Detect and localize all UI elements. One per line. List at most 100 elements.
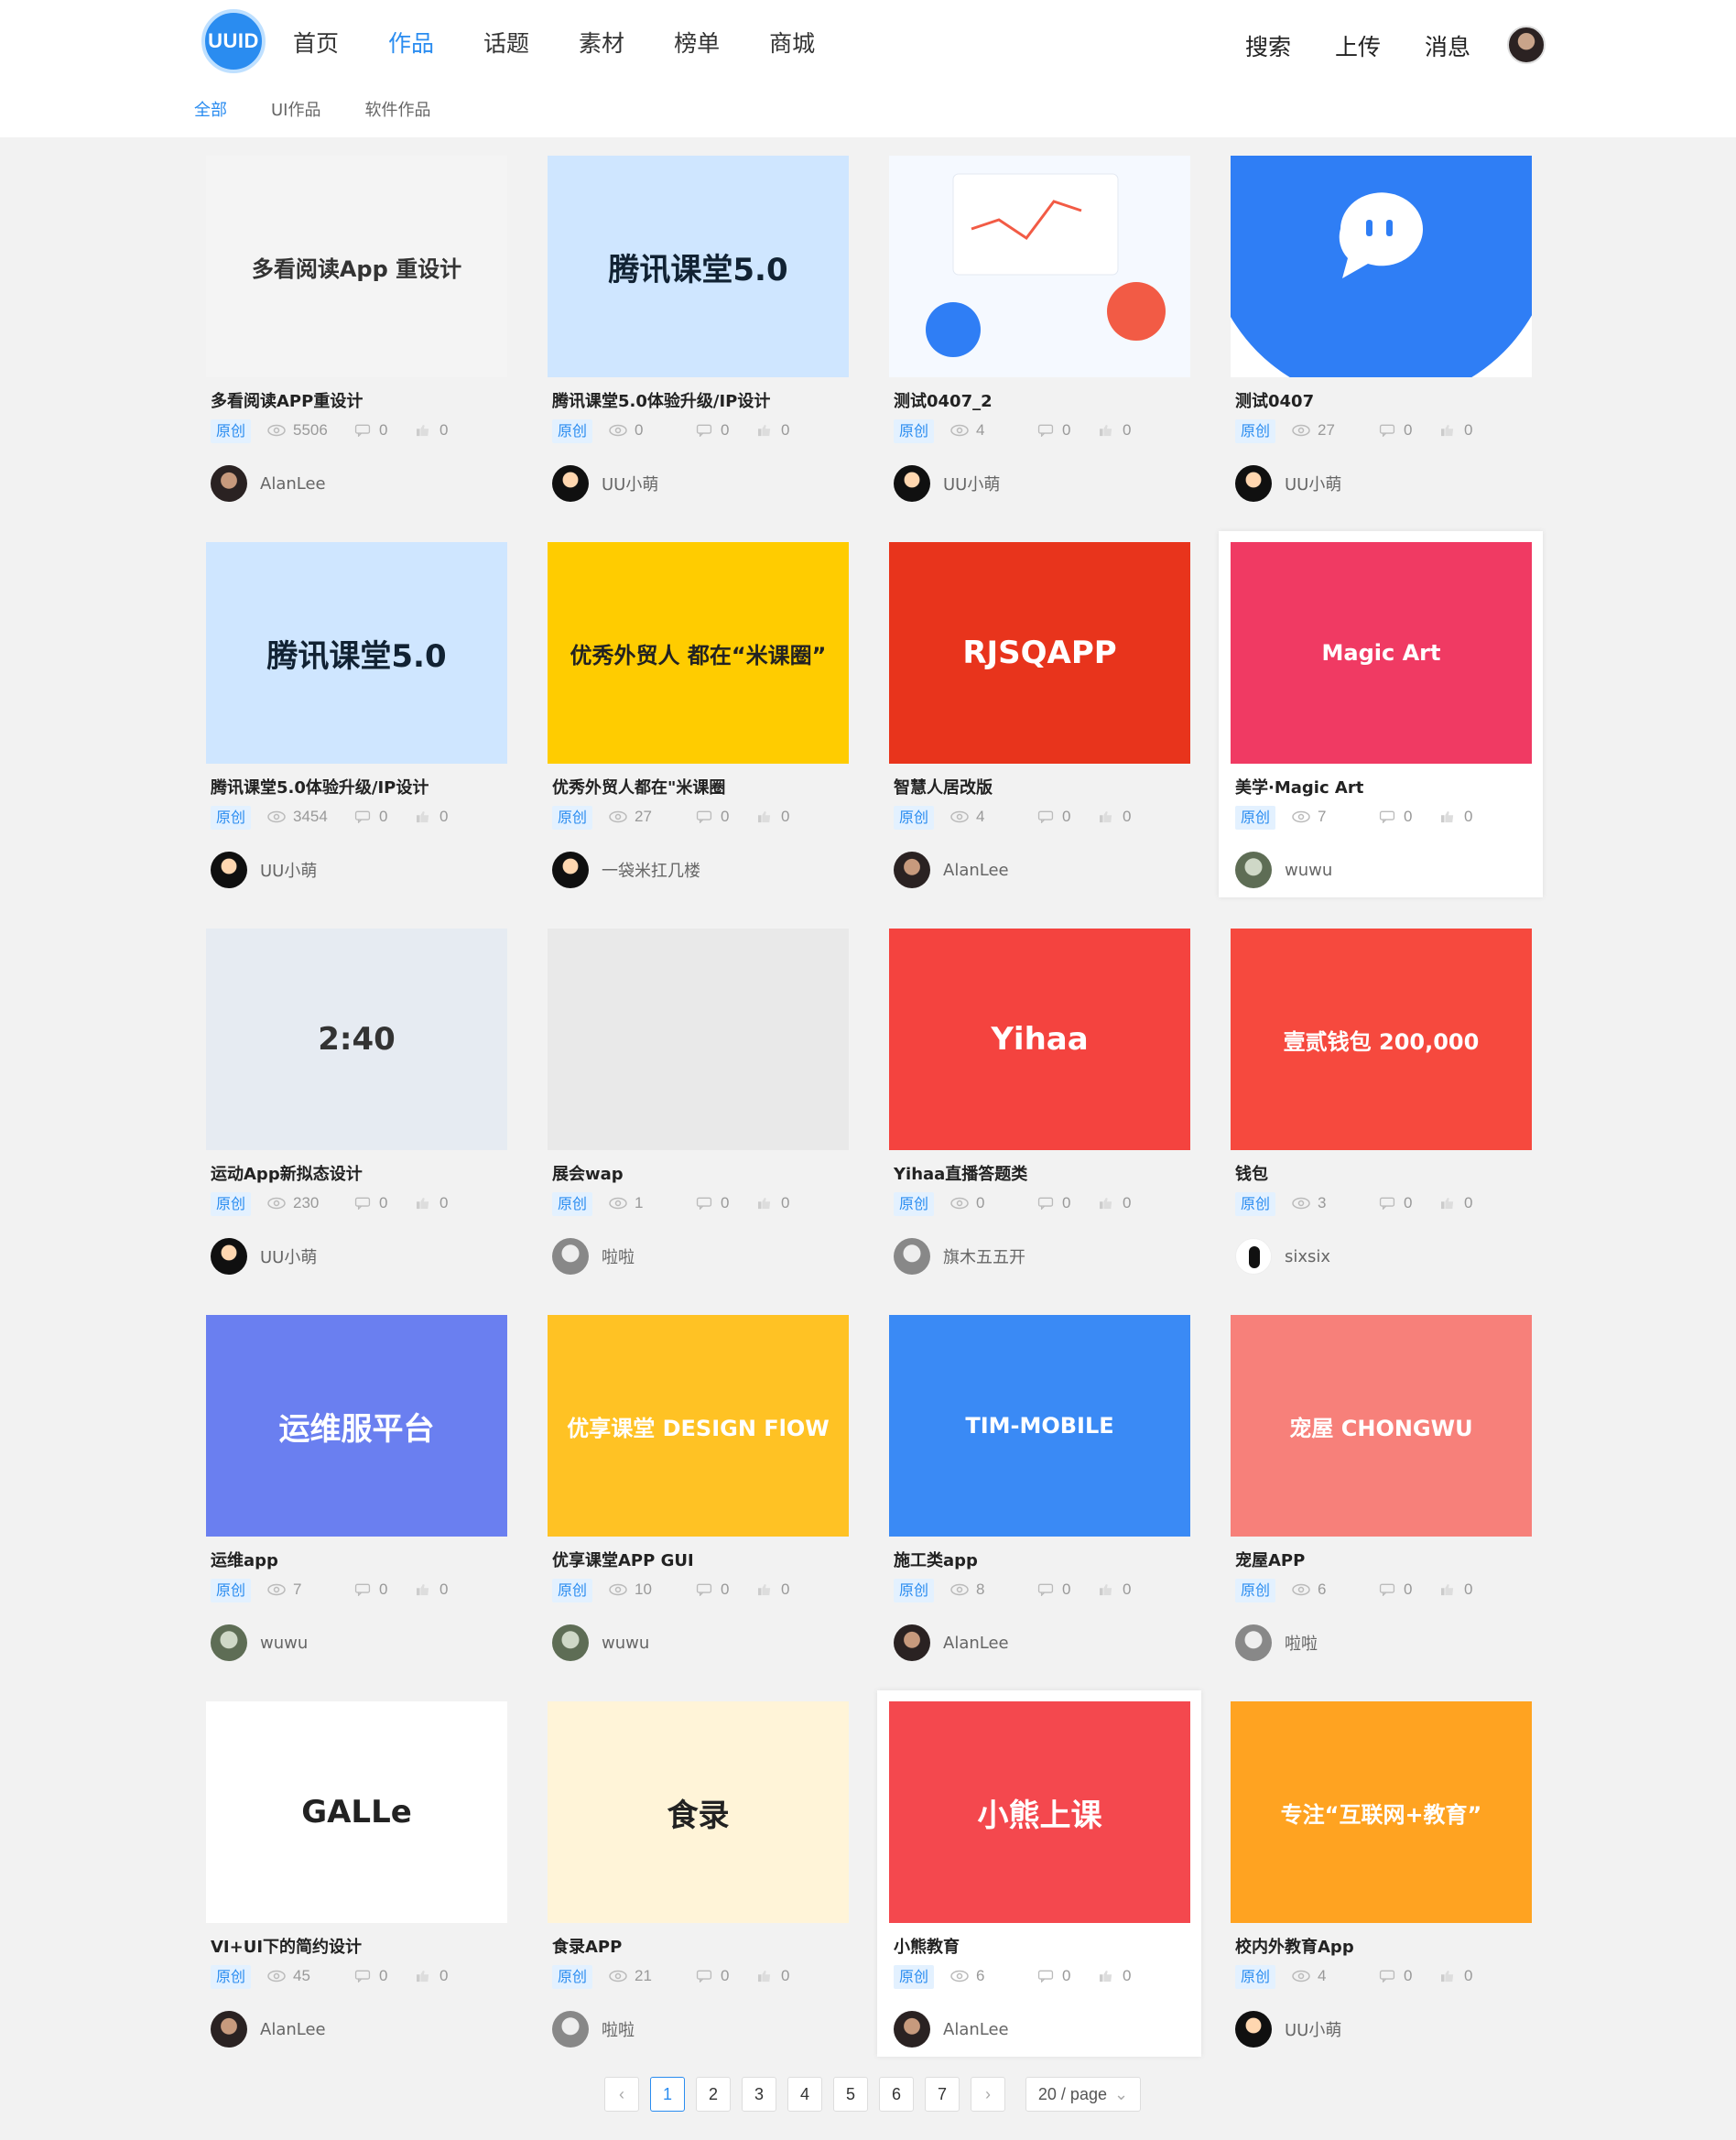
- subnav-all[interactable]: 全部: [194, 97, 227, 121]
- author[interactable]: AlanLee: [211, 2011, 326, 2048]
- author-avatar[interactable]: [894, 2011, 930, 2048]
- page-button[interactable]: 6: [879, 2077, 914, 2112]
- work-card[interactable]: Yihaa Yihaa直播答题类 原创 0 0 0 旗木五五开: [877, 918, 1201, 1284]
- author-name[interactable]: UU小萌: [1285, 472, 1341, 495]
- work-card[interactable]: 2:40 运动App新拟态设计 原创 230 0 0 UU小萌: [194, 918, 518, 1284]
- work-thumbnail[interactable]: 小熊上课: [889, 1701, 1190, 1923]
- author-name[interactable]: UU小萌: [602, 472, 658, 495]
- upload-link[interactable]: 上传: [1335, 29, 1381, 62]
- work-thumbnail[interactable]: [548, 929, 849, 1150]
- work-card[interactable]: 宠屋 CHONGWU 宠屋APP 原创 6 0 0 啦啦: [1219, 1304, 1543, 1670]
- author-avatar[interactable]: [211, 465, 247, 502]
- work-title[interactable]: VI+UI下的简约设计: [211, 1934, 362, 1958]
- author-avatar[interactable]: [1235, 852, 1272, 888]
- next-page-button[interactable]: ›: [971, 2077, 1005, 2112]
- author-avatar[interactable]: [894, 1238, 930, 1275]
- author-name[interactable]: 啦啦: [1285, 1631, 1318, 1655]
- work-thumbnail[interactable]: 宠屋 CHONGWU: [1231, 1315, 1532, 1537]
- work-title[interactable]: 施工类app: [894, 1548, 978, 1571]
- author-avatar[interactable]: [1235, 465, 1272, 502]
- work-title[interactable]: 运动App新拟态设计: [211, 1161, 363, 1185]
- work-card[interactable]: 腾讯课堂5.0 腾讯课堂5.0体验升级/IP设计 原创 0 0 0 UU小萌: [536, 145, 860, 511]
- author[interactable]: AlanLee: [894, 852, 1009, 888]
- page-button[interactable]: 4: [787, 2077, 822, 2112]
- author-avatar[interactable]: [211, 2011, 247, 2048]
- nav-works[interactable]: 作品: [388, 26, 434, 59]
- nav-topics[interactable]: 话题: [483, 26, 529, 59]
- work-card[interactable]: 优享课堂 DESIGN FlOW 优享课堂APP GUI 原创 10 0 0 w…: [536, 1304, 860, 1670]
- work-thumbnail[interactable]: TIM-MOBILE: [889, 1315, 1190, 1537]
- subnav-ui-works[interactable]: UI作品: [271, 97, 320, 121]
- work-card[interactable]: Magic Art 美学·Magic Art 原创 7 0 0 wuwu: [1219, 531, 1543, 897]
- author-name[interactable]: wuwu: [260, 1634, 308, 1653]
- author-avatar[interactable]: [552, 1238, 589, 1275]
- author-name[interactable]: AlanLee: [943, 861, 1009, 880]
- work-title[interactable]: 展会wap: [552, 1161, 624, 1185]
- work-thumbnail[interactable]: 优享课堂 DESIGN FlOW: [548, 1315, 849, 1537]
- author-avatar[interactable]: [894, 465, 930, 502]
- work-title[interactable]: 校内外教育App: [1235, 1934, 1354, 1958]
- author-name[interactable]: 旗木五五开: [943, 1244, 1025, 1268]
- author[interactable]: UU小萌: [211, 852, 317, 888]
- work-thumbnail[interactable]: 专注“互联网+教育”: [1231, 1701, 1532, 1923]
- work-thumbnail[interactable]: RJSQAPP: [889, 542, 1190, 764]
- site-logo[interactable]: UUID: [201, 9, 266, 73]
- author[interactable]: wuwu: [552, 1624, 649, 1661]
- page-button[interactable]: 3: [742, 2077, 776, 2112]
- page-button[interactable]: 7: [925, 2077, 960, 2112]
- author-name[interactable]: AlanLee: [260, 474, 326, 494]
- work-title[interactable]: 小熊教育: [894, 1934, 960, 1958]
- work-thumbnail[interactable]: Yihaa: [889, 929, 1190, 1150]
- work-title[interactable]: 测试0407: [1235, 388, 1314, 412]
- author[interactable]: 旗木五五开: [894, 1238, 1025, 1275]
- work-card[interactable]: 专注“互联网+教育” 校内外教育App 原创 4 0 0 UU小萌: [1219, 1690, 1543, 2057]
- work-title[interactable]: 运维app: [211, 1548, 278, 1571]
- work-title[interactable]: 腾讯课堂5.0体验升级/IP设计: [211, 775, 429, 798]
- work-title[interactable]: Yihaa直播答题类: [894, 1161, 1027, 1185]
- work-title[interactable]: 腾讯课堂5.0体验升级/IP设计: [552, 388, 770, 412]
- page-button[interactable]: 5: [833, 2077, 868, 2112]
- author-avatar[interactable]: [211, 1624, 247, 1661]
- author-avatar[interactable]: [552, 465, 589, 502]
- subnav-software-works[interactable]: 软件作品: [364, 97, 430, 121]
- work-title[interactable]: 食录APP: [552, 1934, 622, 1958]
- page-button[interactable]: 2: [696, 2077, 731, 2112]
- author[interactable]: AlanLee: [211, 465, 326, 502]
- author-name[interactable]: 啦啦: [602, 1244, 635, 1268]
- work-card[interactable]: 腾讯课堂5.0 腾讯课堂5.0体验升级/IP设计 原创 3454 0 0 UU小…: [194, 531, 518, 897]
- author-name[interactable]: UU小萌: [260, 858, 317, 882]
- author-avatar[interactable]: [552, 852, 589, 888]
- author-avatar[interactable]: [211, 852, 247, 888]
- page-size-select[interactable]: 20 / page ⌄: [1025, 2077, 1141, 2112]
- prev-page-button[interactable]: ‹: [604, 2077, 639, 2112]
- work-title[interactable]: 美学·Magic Art: [1235, 775, 1363, 798]
- page-button[interactable]: 1: [650, 2077, 685, 2112]
- work-card[interactable]: 壹贰钱包 200,000 钱包 原创 3 0 0 sixsix: [1219, 918, 1543, 1284]
- work-card[interactable]: 测试0407 原创 27 0 0 UU小萌: [1219, 145, 1543, 511]
- author-avatar[interactable]: [894, 1624, 930, 1661]
- author[interactable]: 一袋米扛几楼: [552, 852, 700, 888]
- author[interactable]: UU小萌: [552, 465, 658, 502]
- work-card[interactable]: 小熊上课 小熊教育 原创 6 0 0 AlanLee: [877, 1690, 1201, 2057]
- work-title[interactable]: 钱包: [1235, 1161, 1268, 1185]
- work-title[interactable]: 宠屋APP: [1235, 1548, 1305, 1571]
- author-avatar[interactable]: [1235, 1238, 1272, 1275]
- author-name[interactable]: AlanLee: [943, 1634, 1009, 1653]
- author[interactable]: 啦啦: [552, 2011, 635, 2048]
- work-card[interactable]: 展会wap 原创 1 0 0 啦啦: [536, 918, 860, 1284]
- work-card[interactable]: 测试0407_2 原创 4 0 0 UU小萌: [877, 145, 1201, 511]
- author[interactable]: AlanLee: [894, 2011, 1009, 2048]
- work-title[interactable]: 测试0407_2: [894, 388, 993, 412]
- author-avatar[interactable]: [1235, 1624, 1272, 1661]
- work-thumbnail[interactable]: 2:40: [206, 929, 507, 1150]
- user-avatar[interactable]: [1507, 26, 1546, 64]
- work-thumbnail[interactable]: 多看阅读App 重设计: [206, 156, 507, 377]
- author[interactable]: 啦啦: [552, 1238, 635, 1275]
- work-thumbnail[interactable]: 优秀外贸人 都在“米课圈”: [548, 542, 849, 764]
- work-thumbnail[interactable]: [889, 156, 1190, 377]
- work-thumbnail[interactable]: Magic Art: [1231, 542, 1532, 764]
- work-card[interactable]: 优秀外贸人 都在“米课圈” 优秀外贸人都在"米课圈 原创 27 0 0 一袋米扛…: [536, 531, 860, 897]
- author-name[interactable]: sixsix: [1285, 1247, 1330, 1266]
- author-name[interactable]: 啦啦: [602, 2017, 635, 2041]
- author-name[interactable]: UU小萌: [943, 472, 1000, 495]
